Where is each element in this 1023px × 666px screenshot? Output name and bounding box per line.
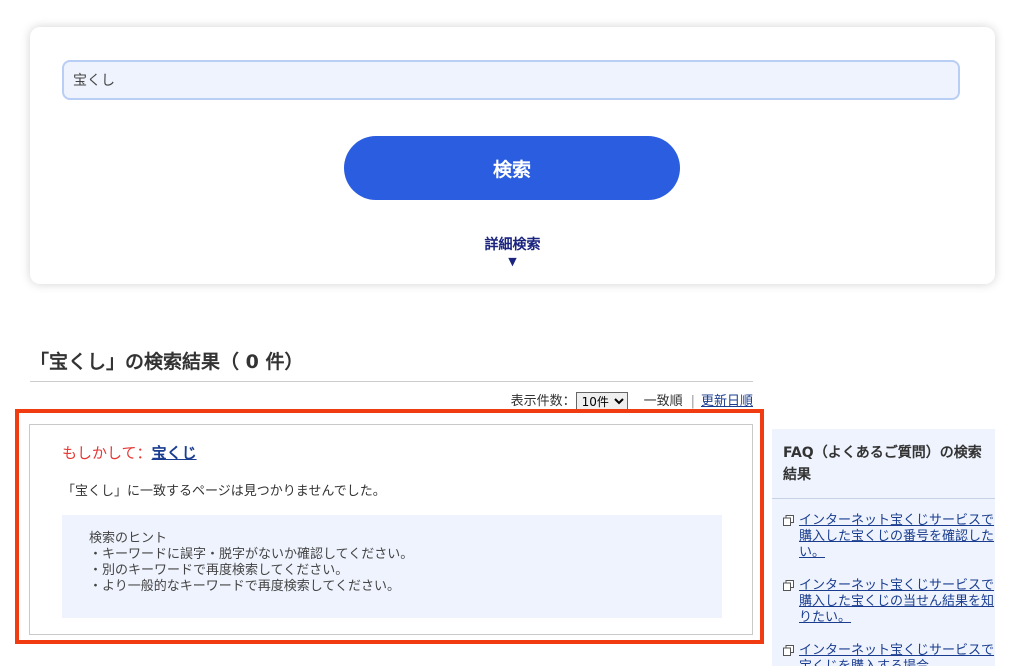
advanced-search-link[interactable]: 詳細検索 [30, 234, 995, 254]
faq-title: FAQ（よくあるご質問）の検索結果 [772, 429, 995, 499]
faq-item: インターネット宝くじサービスで購入した宝くじの当せん結果を知りたい。 [783, 578, 995, 626]
faq-item: インターネット宝くじサービスで宝くじを購入する場合 [783, 643, 995, 666]
faq-panel: FAQ（よくあるご質問）の検索結果 インターネット宝くじサービスで購入した宝くじ… [772, 429, 995, 666]
search-card: 検索 詳細検索 ▼ [30, 27, 995, 284]
highlight-box [15, 409, 764, 644]
search-button[interactable]: 検索 [344, 136, 680, 200]
faq-link[interactable]: インターネット宝くじサービスで購入した宝くじの番号を確認したい。 [799, 513, 994, 560]
external-window-icon [783, 645, 794, 656]
results-title: 「宝くし」の検索結果（ 0 件） [30, 347, 753, 382]
faq-link[interactable]: インターネット宝くじサービスで宝くじを購入する場合 [799, 643, 994, 666]
external-window-icon [783, 515, 794, 526]
sort-updated-link[interactable]: 更新日順 [701, 394, 753, 409]
sort-relevance: 一致順 [643, 394, 683, 409]
external-window-icon [783, 580, 794, 591]
faq-item: インターネット宝くじサービスで購入した宝くじの番号を確認したい。 [783, 513, 995, 561]
caret-down-icon[interactable]: ▼ [30, 256, 995, 268]
per-page-label: 表示件数： [510, 394, 576, 409]
search-input[interactable] [62, 60, 960, 100]
sort-separator: | [690, 394, 695, 409]
sort-bar: 表示件数： 10件 一致順 | 更新日順 [30, 390, 753, 411]
faq-link[interactable]: インターネット宝くじサービスで購入した宝くじの当せん結果を知りたい。 [799, 578, 994, 625]
faq-list: インターネット宝くじサービスで購入した宝くじの番号を確認したい。 インターネット… [772, 499, 995, 666]
